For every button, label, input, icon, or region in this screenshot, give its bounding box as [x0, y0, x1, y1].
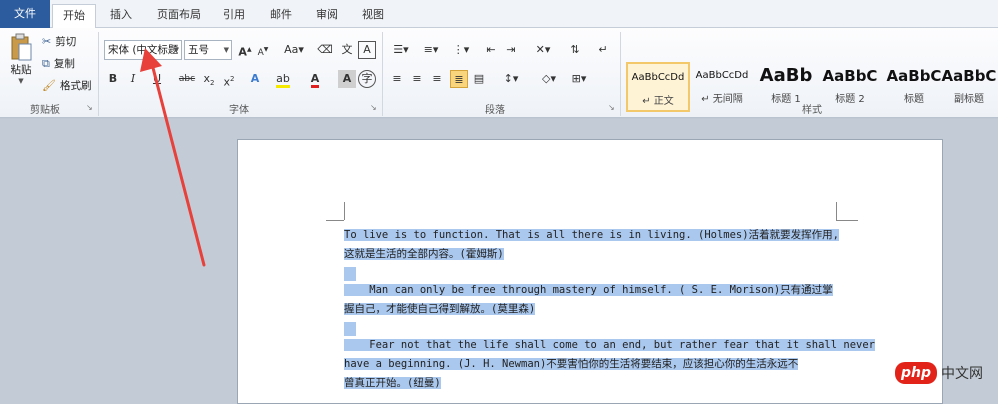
annotation-arrow: [140, 48, 206, 267]
watermark: php 中文网: [895, 362, 983, 384]
watermark-text: 中文网: [941, 366, 984, 382]
php-logo: php: [895, 362, 938, 384]
